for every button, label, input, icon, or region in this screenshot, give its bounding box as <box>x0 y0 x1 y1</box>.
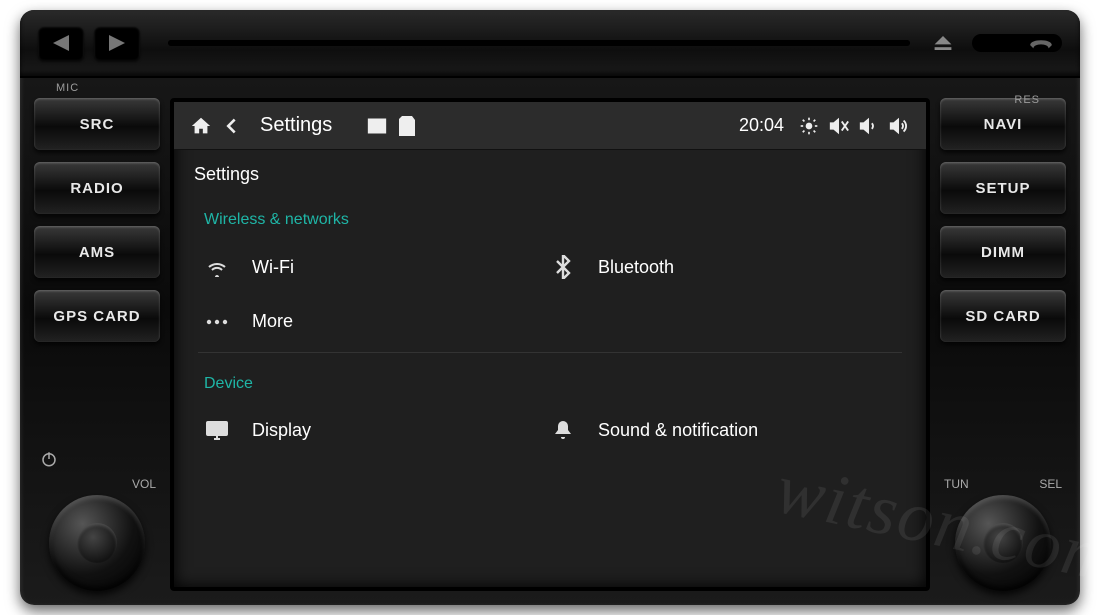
tune-knob-wrap: TUN SEL <box>940 477 1066 591</box>
more-icon <box>204 319 230 325</box>
row-more: More <box>174 295 926 348</box>
sd-card-button[interactable]: SD CARD <box>940 290 1066 342</box>
volume-up-icon[interactable] <box>884 116 914 136</box>
vol-label: VOL <box>132 477 156 491</box>
sel-label: SEL <box>1039 477 1062 491</box>
phone-button[interactable] <box>972 34 1062 52</box>
left-buttons: SRC RADIO AMS GPS CARD VOL <box>34 98 160 591</box>
settings-more[interactable]: More <box>204 311 550 332</box>
setup-button[interactable]: SETUP <box>940 162 1066 214</box>
gps-card-button[interactable]: GPS CARD <box>34 290 160 342</box>
disc-slot <box>168 40 910 46</box>
display-label: Display <box>252 420 311 441</box>
brightness-icon[interactable] <box>794 116 824 136</box>
home-icon[interactable] <box>186 115 216 137</box>
radio-button[interactable]: RADIO <box>34 162 160 214</box>
row-display-sound: Display Sound & notification <box>174 403 926 457</box>
res-label: RES <box>1014 94 1040 106</box>
volume-knob-wrap: VOL <box>34 477 160 591</box>
eject-button[interactable] <box>928 36 958 50</box>
settings-display[interactable]: Display <box>204 419 550 441</box>
mute-icon[interactable] <box>824 116 854 136</box>
right-buttons: NAVI SETUP DIMM SD CARD TUN SEL <box>940 98 1066 591</box>
volume-knob[interactable] <box>49 495 145 591</box>
navi-button[interactable]: NAVI <box>940 98 1066 150</box>
bluetooth-icon <box>550 255 576 279</box>
settings-bluetooth[interactable]: Bluetooth <box>550 255 896 279</box>
back-icon[interactable] <box>216 115 246 137</box>
wifi-label: Wi-Fi <box>252 257 294 278</box>
tun-label: TUN <box>944 477 969 491</box>
main-row: SRC RADIO AMS GPS CARD VOL <box>20 78 1080 605</box>
tune-knob[interactable] <box>955 495 1051 591</box>
status-bar: Settings 20:04 <box>174 102 926 150</box>
window-icon[interactable] <box>362 117 392 135</box>
head-unit: MIC RES SRC RADIO AMS GPS CARD VOL <box>20 10 1080 605</box>
next-track-button[interactable] <box>94 26 140 60</box>
prev-track-button[interactable] <box>38 26 84 60</box>
sound-label: Sound & notification <box>598 420 758 441</box>
divider <box>198 352 902 353</box>
bell-icon <box>550 419 576 441</box>
section-device-title: Device <box>174 357 926 403</box>
more-label: More <box>252 311 293 332</box>
power-icon <box>40 450 58 473</box>
row-wifi-bt: Wi-Fi Bluetooth <box>174 239 926 295</box>
bluetooth-label: Bluetooth <box>598 257 674 278</box>
section-wireless-title: Wireless & networks <box>174 193 926 239</box>
settings-wifi[interactable]: Wi-Fi <box>204 255 550 279</box>
dimm-button[interactable]: DIMM <box>940 226 1066 278</box>
top-strip <box>20 10 1080 78</box>
card-icon[interactable] <box>392 116 422 136</box>
wifi-icon <box>204 257 230 277</box>
src-button[interactable]: SRC <box>34 98 160 150</box>
display-icon <box>204 420 230 440</box>
statusbar-title: Settings <box>260 114 332 137</box>
settings-sound[interactable]: Sound & notification <box>550 419 896 441</box>
ams-button[interactable]: AMS <box>34 226 160 278</box>
breadcrumb: Settings <box>174 150 926 193</box>
screen: Settings 20:04 <box>170 98 930 591</box>
clock: 20:04 <box>739 115 784 136</box>
volume-down-icon[interactable] <box>854 116 884 136</box>
mic-label: MIC <box>56 82 79 94</box>
